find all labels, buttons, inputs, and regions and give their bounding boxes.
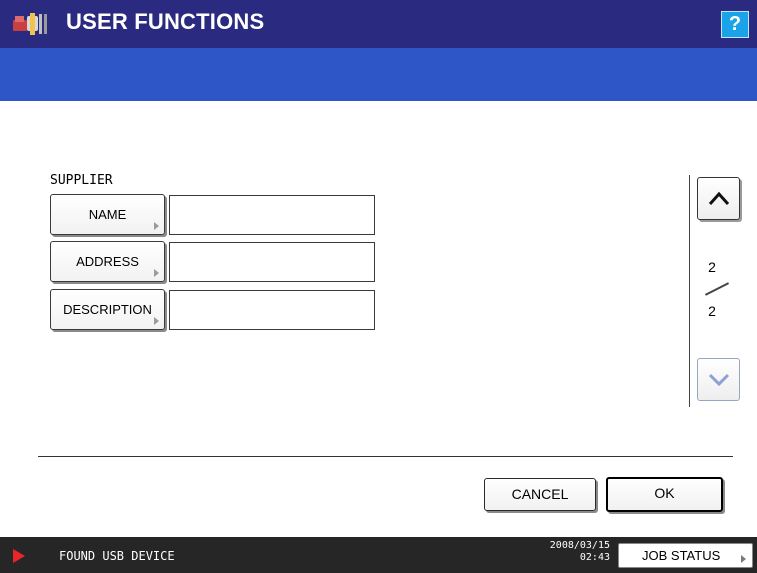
expand-arrow-icon [154, 269, 159, 277]
job-status-button[interactable]: JOB STATUS [618, 543, 753, 568]
title-bar: USER FUNCTIONS ? [0, 0, 757, 48]
header-sub-bar [0, 48, 757, 101]
field-row-address: ADDRESS [50, 241, 380, 283]
address-field[interactable] [169, 242, 375, 282]
cancel-button[interactable]: CANCEL [484, 478, 596, 511]
section-divider [38, 456, 733, 457]
current-page-number: 2 [708, 259, 716, 275]
address-button[interactable]: ADDRESS [50, 241, 165, 282]
status-date: 2008/03/15 [549, 540, 610, 551]
user-functions-tools-icon [13, 13, 47, 35]
description-button-label: DESCRIPTION [63, 302, 152, 317]
job-status-label: JOB STATUS [642, 548, 721, 563]
pager-divider [689, 175, 690, 407]
section-label: SUPPLIER [50, 173, 113, 188]
expand-arrow-icon [154, 317, 159, 325]
status-time: 02:43 [579, 552, 610, 563]
field-row-description: DESCRIPTION [50, 289, 380, 331]
field-row-name: NAME [50, 194, 380, 236]
expand-arrow-icon [154, 222, 159, 230]
expand-arrow-icon [741, 555, 746, 563]
ok-button[interactable]: OK [606, 477, 723, 512]
page-down-button[interactable] [697, 358, 740, 401]
chevron-down-icon [708, 373, 730, 387]
name-field[interactable] [169, 195, 375, 235]
address-button-label: ADDRESS [76, 254, 139, 269]
help-button[interactable]: ? [721, 11, 749, 38]
name-button-label: NAME [88, 207, 127, 222]
description-button[interactable]: DESCRIPTION [50, 289, 165, 330]
description-field[interactable] [169, 290, 375, 330]
status-message: FOUND USB DEVICE [59, 549, 175, 563]
total-pages-number: 2 [708, 303, 716, 319]
page-up-button[interactable] [697, 177, 740, 220]
page-separator [704, 282, 730, 296]
chevron-up-icon [708, 191, 730, 206]
name-button[interactable]: NAME [50, 194, 165, 235]
page-title: USER FUNCTIONS [66, 9, 265, 34]
alert-triangle-icon [13, 549, 25, 563]
